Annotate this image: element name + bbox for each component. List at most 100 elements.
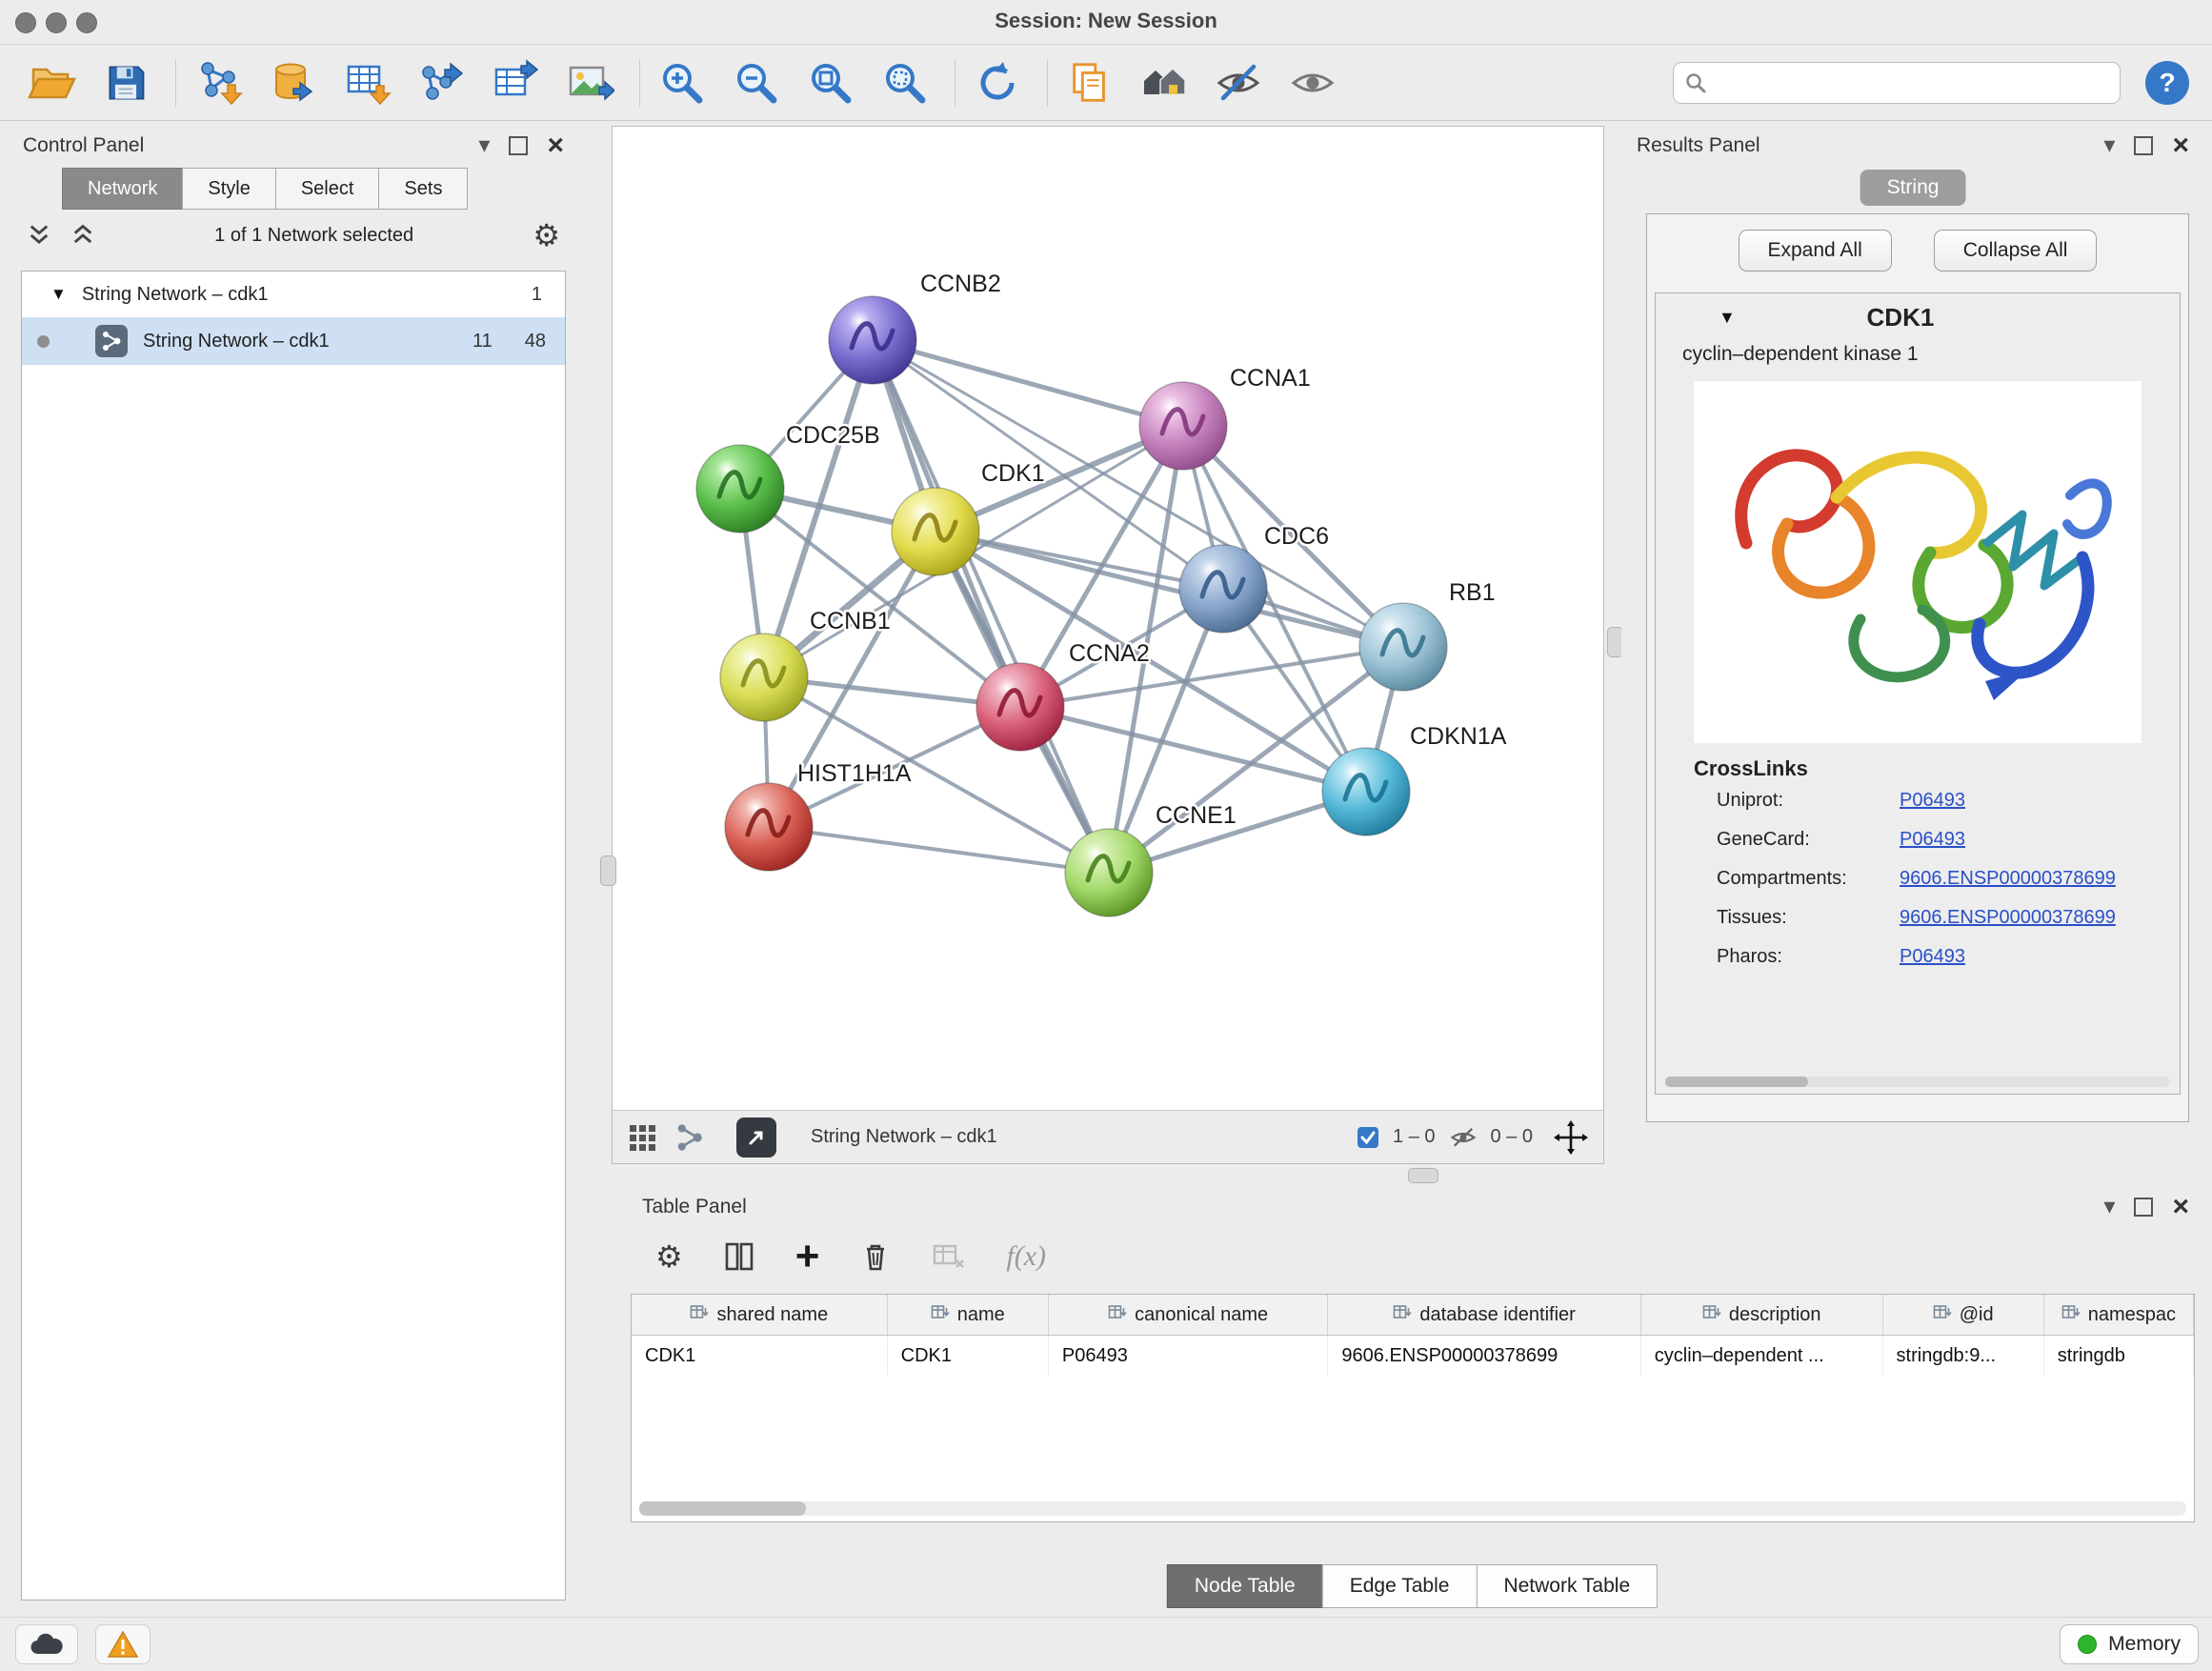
tab-style[interactable]: Style: [182, 168, 275, 210]
zoom-out-button[interactable]: [728, 54, 785, 111]
results-panel-collapse-icon[interactable]: ▾: [2103, 134, 2115, 157]
results-hscrollbar[interactable]: [1665, 1077, 2170, 1087]
network-node-CCNE1[interactable]: CCNE1: [1065, 802, 1237, 916]
network-canvas[interactable]: CCNB2CCNA1CDC25BCDK1CDC6RB1CCNB1CCNA2CDK…: [613, 127, 1603, 1110]
copy-document-button[interactable]: [1061, 54, 1118, 111]
warnings-button[interactable]: [95, 1624, 151, 1664]
apply-layout-button[interactable]: [969, 54, 1026, 111]
table-panel-close-icon[interactable]: ×: [2172, 1193, 2189, 1221]
clear-table-button-disabled[interactable]: [932, 1239, 966, 1274]
add-column-button[interactable]: +: [795, 1236, 820, 1278]
hide-graphics-details-button[interactable]: [1210, 54, 1267, 111]
crosslink-value[interactable]: P06493: [1900, 829, 1965, 851]
column-header-@id[interactable]: @id: [1883, 1295, 2044, 1335]
column-header-database-identifier[interactable]: database identifier: [1328, 1295, 1640, 1335]
table-cell[interactable]: cyclin–dependent ...: [1641, 1336, 1883, 1376]
network-node-HIST1H1A[interactable]: HIST1H1A: [725, 760, 912, 871]
crosslink-value[interactable]: P06493: [1900, 946, 1965, 968]
memory-button[interactable]: Memory: [2060, 1624, 2199, 1664]
expand-all-chevrons-icon[interactable]: [70, 223, 95, 248]
network-node-CDKN1A[interactable]: CDKN1A: [1322, 723, 1507, 836]
network-node-CCNA1[interactable]: CCNA1: [1139, 365, 1311, 470]
panel-splitter-handle[interactable]: [600, 856, 616, 886]
results-panel-close-icon[interactable]: ×: [2172, 131, 2189, 160]
import-network-database-button[interactable]: [264, 54, 321, 111]
table-cell[interactable]: stringdb: [2044, 1336, 2194, 1376]
table-panel-float-icon[interactable]: [2134, 1198, 2153, 1217]
tab-network[interactable]: Network: [62, 168, 183, 210]
network-edge-CCNB2-CCNA1[interactable]: [873, 340, 1183, 426]
help-button[interactable]: ?: [2145, 61, 2189, 105]
expand-all-button[interactable]: Expand All: [1739, 230, 1892, 272]
export-network-button[interactable]: [412, 54, 470, 111]
string-view-icon[interactable]: [675, 1123, 704, 1152]
open-session-button[interactable]: [23, 54, 80, 111]
function-builder-button[interactable]: f(x): [1006, 1240, 1046, 1273]
results-panel-float-icon[interactable]: [2134, 136, 2153, 155]
selected-nodes-checkbox-icon[interactable]: [1357, 1126, 1379, 1149]
tab-node-table[interactable]: Node Table: [1167, 1564, 1323, 1608]
grid-view-icon[interactable]: [628, 1123, 656, 1152]
cloud-button[interactable]: [15, 1624, 78, 1664]
save-session-button[interactable]: [97, 54, 154, 111]
birdseye-home-button[interactable]: [1136, 54, 1193, 111]
table-panel-collapse-icon[interactable]: ▾: [2103, 1196, 2115, 1218]
column-header-canonical-name[interactable]: canonical name: [1049, 1295, 1329, 1335]
zoom-fit-button[interactable]: [802, 54, 859, 111]
table-cell[interactable]: CDK1: [888, 1336, 1049, 1376]
results-hscrollbar-thumb[interactable]: [1665, 1077, 1808, 1087]
import-table-button[interactable]: [338, 54, 395, 111]
export-image-button[interactable]: [561, 54, 618, 111]
collapse-all-chevrons-icon[interactable]: [27, 223, 51, 248]
zoom-selected-button[interactable]: [876, 54, 934, 111]
network-edge-CCNB2-CCNE1[interactable]: [873, 340, 1109, 873]
open-in-browser-button[interactable]: [736, 1117, 776, 1158]
network-row-selected[interactable]: String Network – cdk1 11 48: [22, 317, 565, 365]
table-cell[interactable]: P06493: [1049, 1336, 1329, 1376]
crosslink-value[interactable]: 9606.ENSP00000378699: [1900, 868, 2116, 890]
network-node-CCNB1[interactable]: CCNB1: [720, 608, 891, 721]
tab-select[interactable]: Select: [275, 168, 380, 210]
search-input[interactable]: [1714, 70, 2108, 94]
network-node-CDK1[interactable]: CDK1: [892, 460, 1045, 575]
network-edge-HIST1H1A-CCNE1[interactable]: [769, 827, 1109, 873]
network-options-gear-icon[interactable]: ⚙: [533, 217, 560, 253]
export-table-button[interactable]: [487, 54, 544, 111]
table-cell[interactable]: 9606.ENSP00000378699: [1328, 1336, 1640, 1376]
column-header-name[interactable]: name: [888, 1295, 1049, 1335]
column-header-shared-name[interactable]: shared name: [632, 1295, 888, 1335]
network-node-RB1[interactable]: RB1: [1359, 579, 1496, 691]
table-row[interactable]: CDK1CDK1P064939606.ENSP00000378699cyclin…: [632, 1336, 2194, 1376]
show-graphics-details-button[interactable]: [1284, 54, 1341, 111]
question-mark-icon: ?: [2159, 68, 2175, 98]
import-network-file-button[interactable]: [190, 54, 247, 111]
tab-edge-table[interactable]: Edge Table: [1322, 1564, 1478, 1608]
pan-crosshair-icon[interactable]: [1554, 1120, 1588, 1155]
column-header-description[interactable]: description: [1641, 1295, 1883, 1335]
table-cell[interactable]: CDK1: [632, 1336, 888, 1376]
zoom-in-button[interactable]: [654, 54, 711, 111]
crosslink-label: Pharos:: [1717, 946, 1900, 968]
crosslink-value[interactable]: 9606.ENSP00000378699: [1900, 907, 2116, 929]
control-panel-close-icon[interactable]: ×: [547, 131, 564, 160]
column-header-namespac[interactable]: namespac: [2044, 1295, 2194, 1335]
table-hscrollbar[interactable]: [639, 1501, 2186, 1516]
crosslink-value[interactable]: P06493: [1900, 790, 1965, 812]
collection-disclosure-icon[interactable]: ▼: [50, 285, 67, 304]
tab-sets[interactable]: Sets: [378, 168, 468, 210]
control-panel-float-icon[interactable]: [509, 136, 528, 155]
tab-network-table[interactable]: Network Table: [1476, 1564, 1658, 1608]
panel-splitter-handle[interactable]: [1408, 1168, 1438, 1183]
collapse-all-button[interactable]: Collapse All: [1934, 230, 2098, 272]
control-panel-collapse-icon[interactable]: ▾: [478, 134, 490, 157]
network-collection-row[interactable]: ▼ String Network – cdk1 1: [22, 272, 565, 317]
table-hscrollbar-thumb[interactable]: [639, 1501, 806, 1516]
hidden-eye-slash-icon[interactable]: [1449, 1123, 1478, 1152]
tab-string[interactable]: String: [1860, 170, 1966, 206]
table-cell[interactable]: stringdb:9...: [1883, 1336, 2044, 1376]
column-header-label: @id: [1960, 1304, 1994, 1326]
show-columns-button[interactable]: [723, 1240, 755, 1273]
delete-column-button[interactable]: [859, 1240, 892, 1273]
table-settings-button[interactable]: ⚙: [655, 1238, 683, 1275]
gene-disclosure-icon[interactable]: ▼: [1719, 308, 1736, 328]
